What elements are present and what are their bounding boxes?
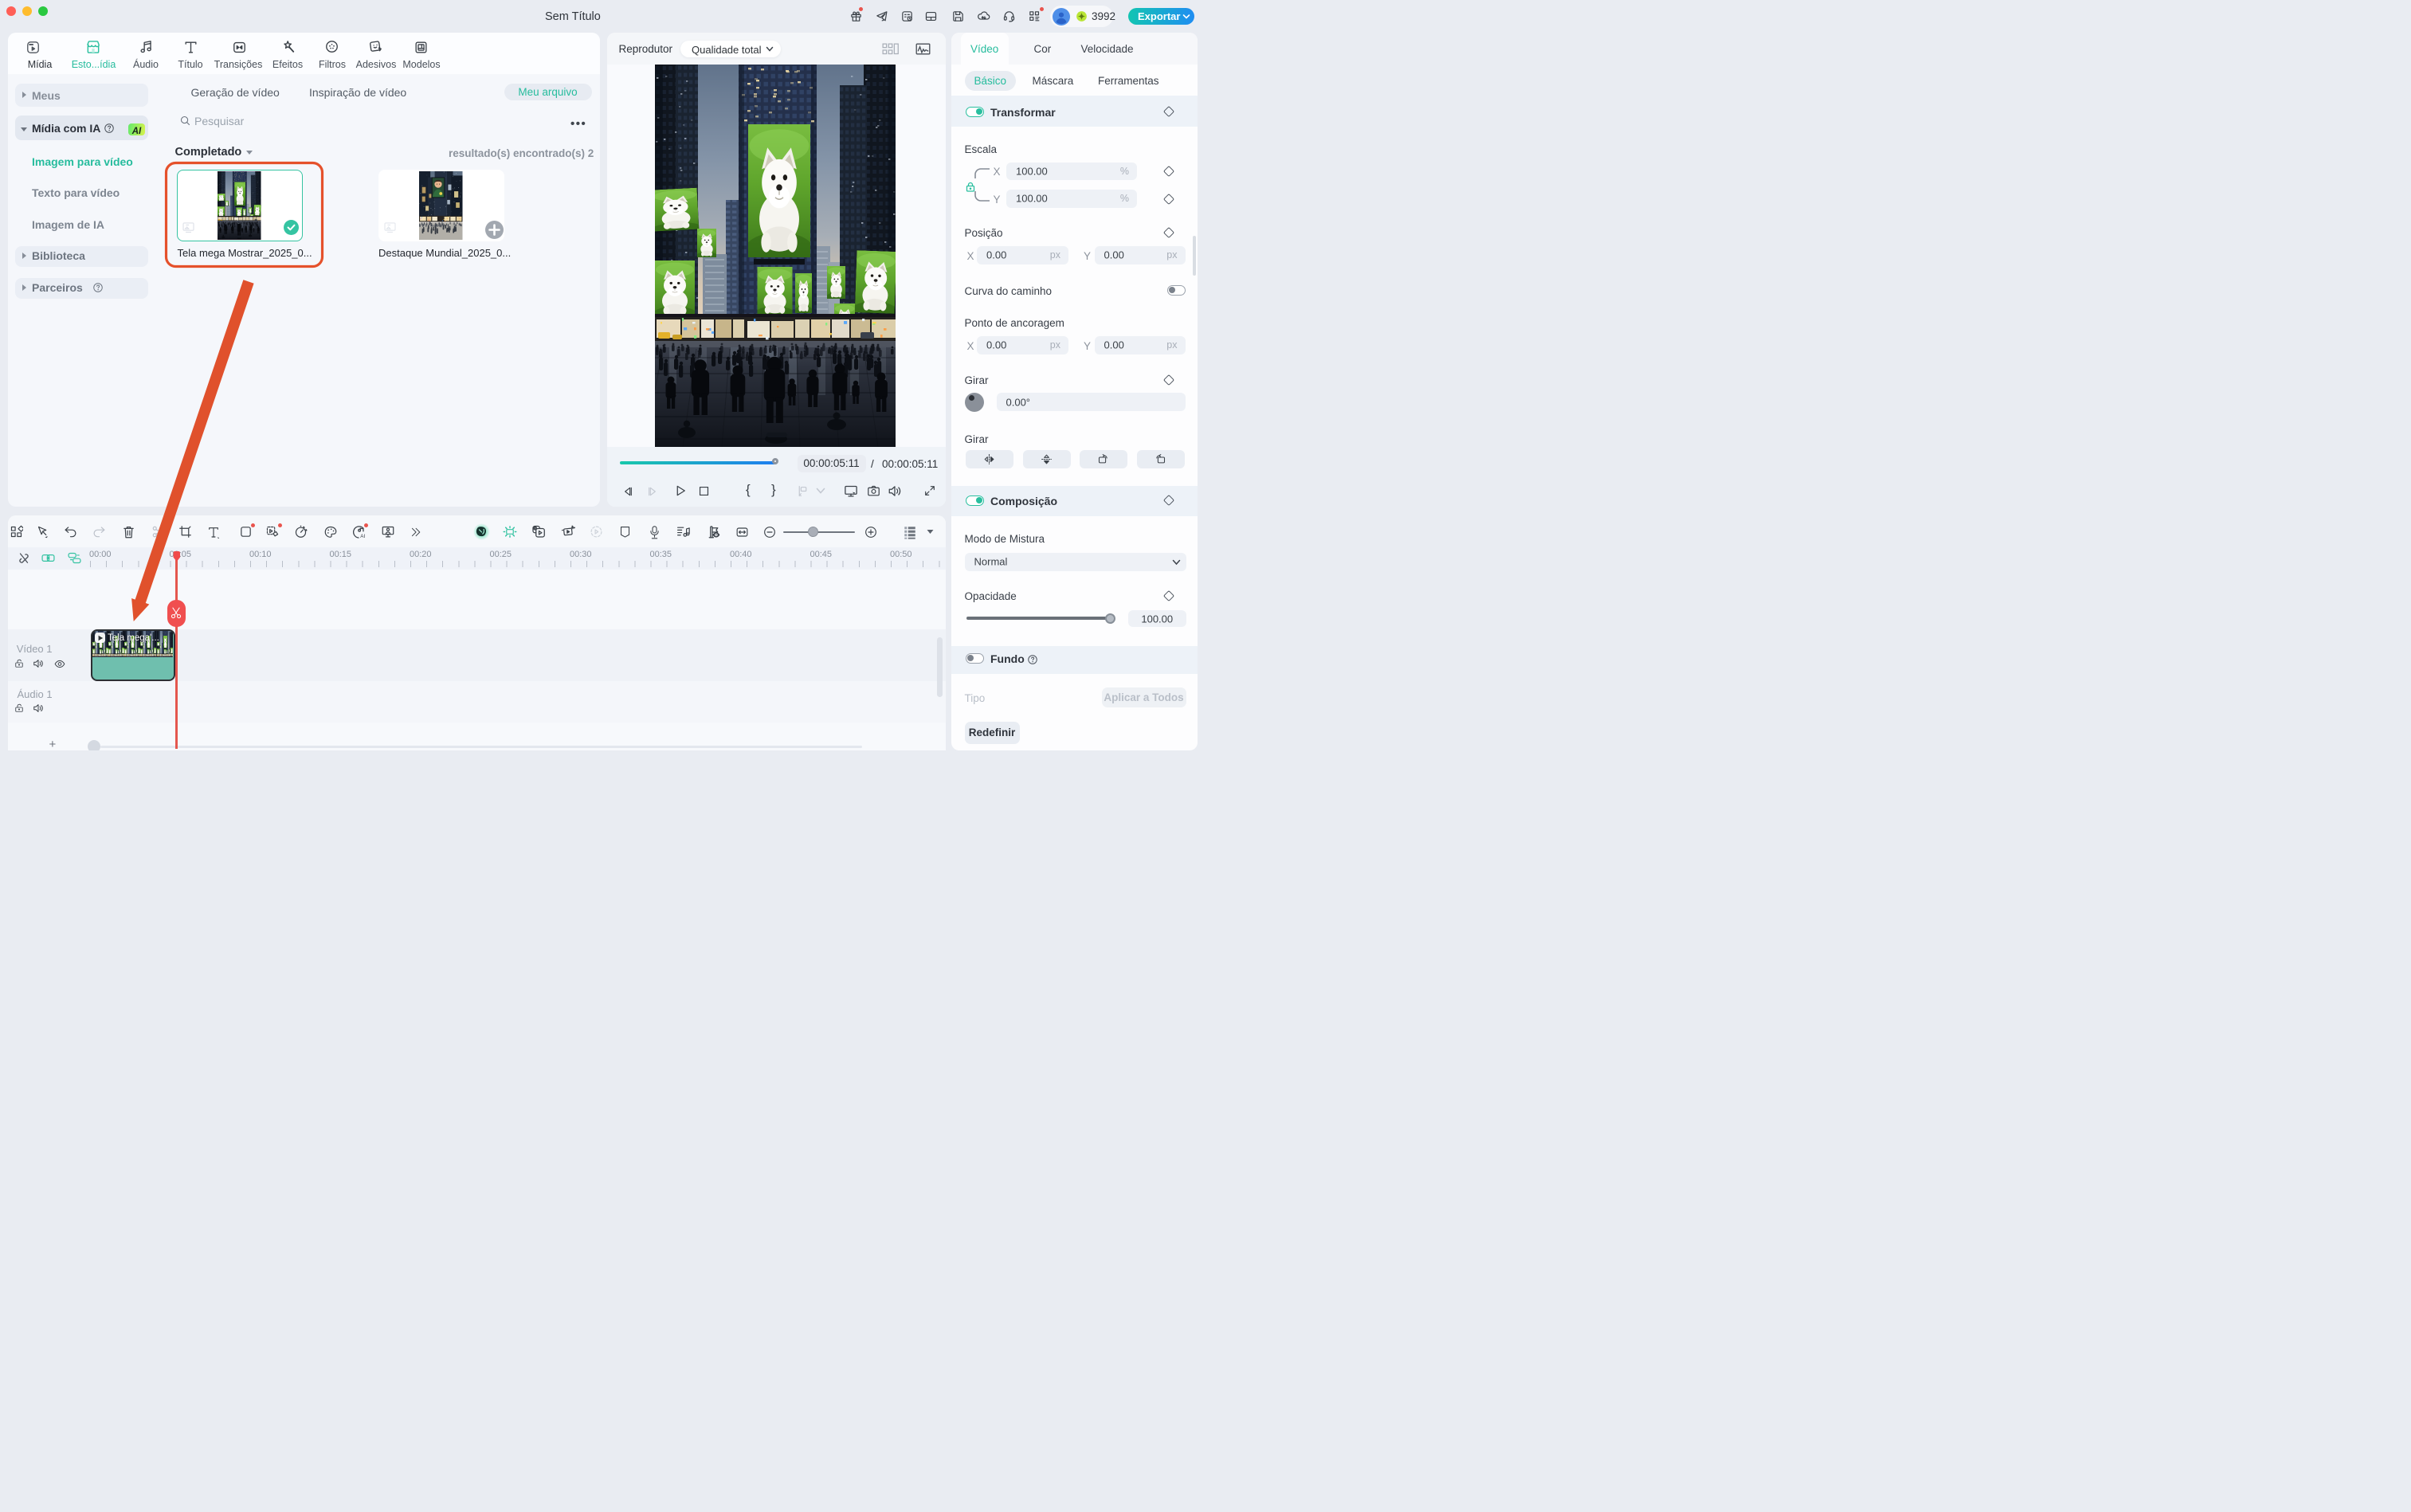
svg-text:AI: AI [360, 534, 365, 539]
